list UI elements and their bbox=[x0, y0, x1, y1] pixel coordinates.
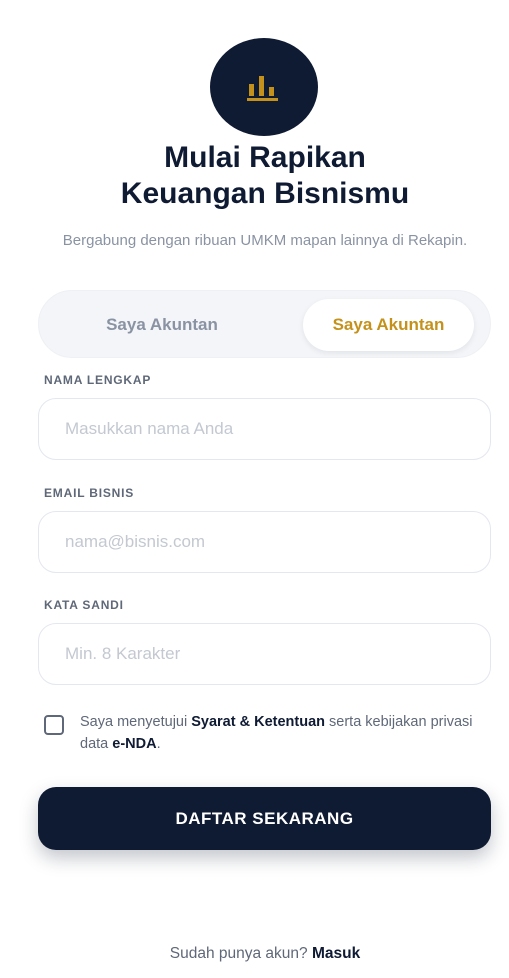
role-option-left[interactable]: Saya Akuntan bbox=[47, 299, 277, 351]
brand-logo bbox=[210, 38, 318, 136]
register-button[interactable]: DAFTAR SEKARANG bbox=[38, 787, 491, 850]
terms-suffix: . bbox=[156, 736, 161, 752]
login-link[interactable]: Masuk bbox=[312, 945, 360, 962]
terms-text: Saya menyetujui Syarat & Ketentuan serta… bbox=[80, 711, 490, 755]
bar-chart-icon bbox=[247, 76, 278, 101]
terms-prefix: Saya menyetujui bbox=[80, 714, 192, 730]
login-prompt-text: Sudah punya akun? bbox=[169, 945, 312, 962]
title-line-1: Mulai Rapikan bbox=[164, 141, 366, 174]
role-toggle: Saya Akuntan Saya Akuntan bbox=[38, 290, 491, 358]
name-input[interactable] bbox=[38, 398, 491, 460]
nda-link[interactable]: e-NDA bbox=[112, 736, 156, 752]
role-option-right[interactable]: Saya Akuntan bbox=[303, 299, 474, 351]
login-prompt: Sudah punya akun? Masuk bbox=[0, 945, 509, 963]
email-label: EMAIL BISNIS bbox=[44, 486, 135, 500]
terms-link[interactable]: Syarat & Ketentuan bbox=[191, 714, 325, 730]
page-title: Mulai Rapikan Keuangan Bisnismu bbox=[0, 140, 509, 212]
title-line-2: Keuangan Bisnismu bbox=[120, 177, 410, 210]
page-subtitle: Bergabung dengan ribuan UMKM mapan lainn… bbox=[62, 232, 468, 249]
password-label: KATA SANDI bbox=[44, 598, 124, 612]
name-label: NAMA LENGKAP bbox=[44, 373, 152, 387]
password-input[interactable] bbox=[38, 623, 491, 685]
email-input[interactable] bbox=[38, 511, 491, 573]
terms-checkbox[interactable] bbox=[44, 715, 64, 735]
